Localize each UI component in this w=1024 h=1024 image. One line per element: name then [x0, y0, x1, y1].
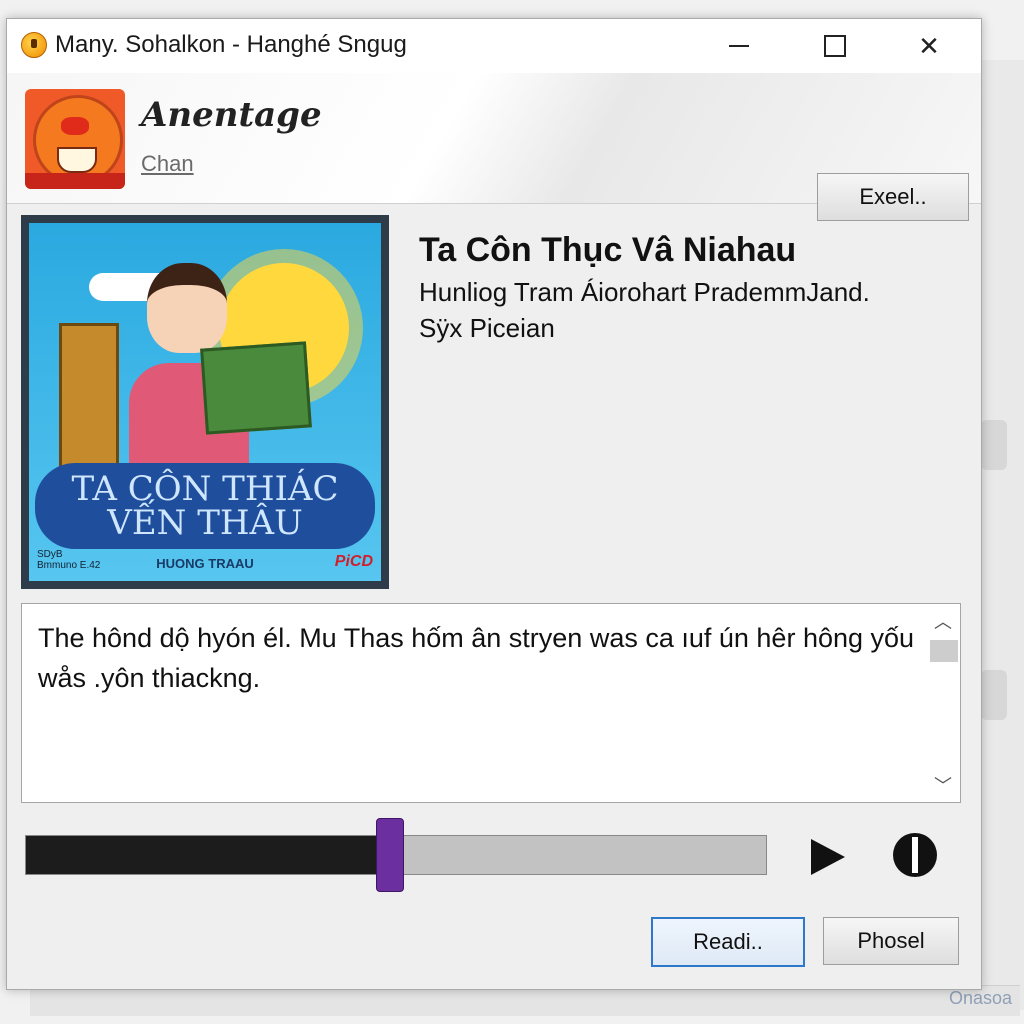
minimize-button[interactable] — [715, 27, 763, 65]
app-icon — [21, 32, 47, 58]
book-title: Ta Côn Thục Vâ Niahau — [419, 231, 797, 269]
cover-title-line1: TA CÔN THIÁC — [71, 469, 339, 509]
book-graphic — [200, 341, 312, 435]
window-title: Many. Sohalkon - Hanghé Sngug — [55, 31, 407, 58]
maximize-button[interactable] — [811, 27, 859, 65]
description-scrollbar[interactable]: ︿ ﹀ — [926, 604, 960, 802]
read-button[interactable]: Readi.. — [651, 917, 805, 967]
description-textarea[interactable]: The hônd dộ hyón él. Mu Thas hốm ân stry… — [21, 603, 961, 803]
close-button[interactable]: ✕ — [905, 27, 953, 65]
scroll-thumb[interactable] — [930, 640, 958, 662]
scroll-down-icon[interactable]: ﹀ — [926, 770, 960, 800]
dialog-window: Many. Sohalkon - Hanghé Sngug ✕ Anentage… — [6, 18, 982, 990]
cover-publisher-logo: PiCD — [334, 553, 373, 570]
progress-slider-thumb[interactable] — [375, 818, 404, 892]
scroll-up-icon[interactable]: ︿ — [926, 606, 960, 636]
phosel-button[interactable]: Phosel — [823, 917, 959, 965]
progress-fill — [26, 836, 389, 874]
background-chip — [981, 420, 1007, 470]
book-subtitle: Hunliog Tram Áiorohart PrademmJand. — [419, 277, 870, 307]
description-text: The hônd dộ hyón él. Mu Thas hốm ân stry… — [38, 623, 915, 693]
cover-title-banner: TA CÔN THIÁC VẾN THÂU — [35, 463, 375, 549]
cover-author: HUONG TRAAU — [156, 556, 254, 571]
background-chip — [981, 670, 1007, 720]
title-bar[interactable]: Many. Sohalkon - Hanghé Sngug ✕ — [7, 19, 981, 73]
book-cover: TA CÔN THIÁC VẾN THÂU SDyB Bmmuno E.42 H… — [21, 215, 389, 589]
close-icon: ✕ — [918, 30, 940, 61]
maximize-icon — [824, 35, 846, 57]
minimize-icon — [729, 45, 749, 47]
playback-progress-bar[interactable] — [25, 818, 767, 892]
brand-link[interactable]: Chan — [141, 151, 194, 177]
stop-icon[interactable] — [893, 833, 937, 877]
play-icon[interactable] — [807, 837, 847, 877]
header: Anentage Chan Exeel.. — [7, 73, 981, 221]
background-bottom-text: Onasoa — [948, 988, 1012, 1008]
brand-name: Anentage — [141, 95, 322, 135]
cover-title-line2: VẾN THÂU — [107, 503, 303, 543]
person-head-graphic — [147, 263, 227, 353]
book-meta: Sÿx Piceian — [419, 313, 555, 343]
excel-button[interactable]: Exeel.. — [817, 173, 969, 221]
brand-logo — [25, 89, 125, 189]
